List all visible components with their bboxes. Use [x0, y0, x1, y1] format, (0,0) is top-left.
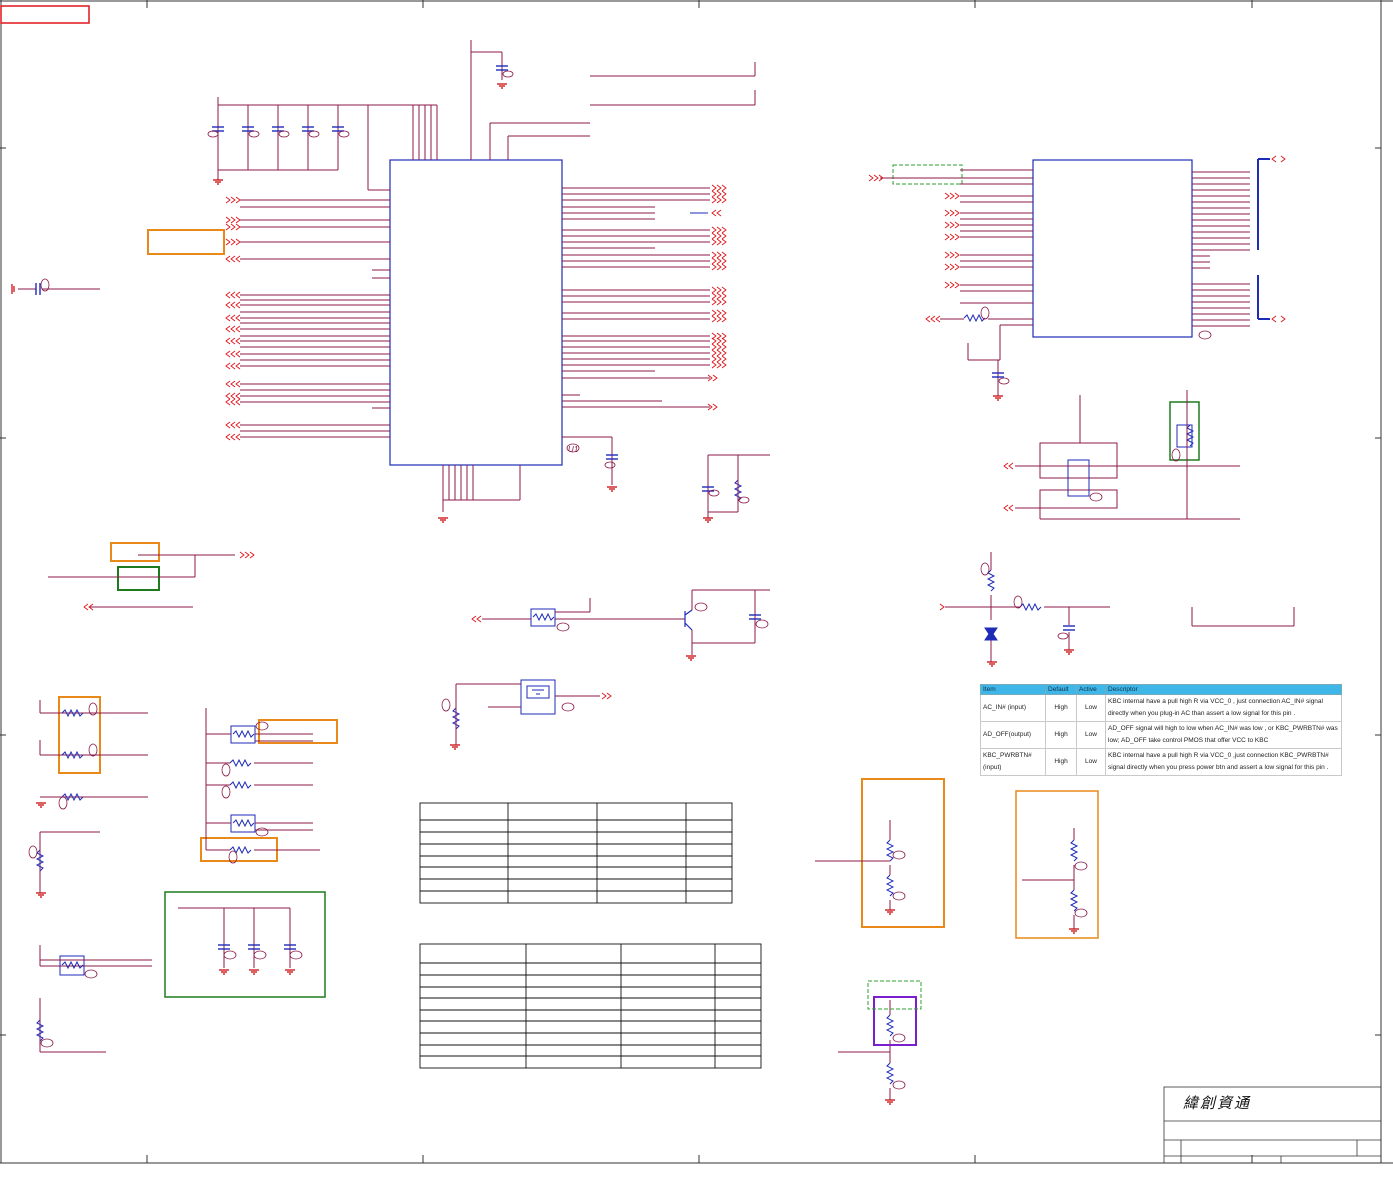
kbc-row-descriptor: KBC internal have a pull high R via VCC_…	[1105, 694, 1342, 722]
left-signals	[240, 199, 390, 438]
highlight-box-green-dashed	[892, 164, 963, 185]
kbc-table-header-active: Active	[1076, 684, 1106, 695]
kbc-row-default: High	[1045, 748, 1077, 776]
kbc-signal-table: Item Default Active Descriptor AC_IN# (i…	[980, 684, 1342, 776]
table-row: AC_IN# (input) High Low KBC internal hav…	[980, 694, 1342, 722]
right-signals	[562, 187, 710, 485]
kbc-row-active: Low	[1076, 721, 1106, 749]
highlight-box-orange-6	[861, 778, 945, 928]
left-signal-arrows	[225, 196, 241, 441]
highlight-box-orange-1	[147, 229, 225, 255]
filter-components	[59, 608, 556, 976]
kbc-row-item: AC_IN# (input)	[980, 694, 1046, 722]
transistor	[684, 609, 693, 631]
decoupling-caps	[217, 97, 438, 191]
kbc-row-active: Low	[1076, 694, 1106, 722]
highlight-box-orange-3	[58, 696, 101, 774]
kbc-row-descriptor: KBC internal have a pull high R via VCC_…	[1105, 748, 1342, 776]
kbc-table-header-row: Item Default Active Descriptor	[980, 684, 1342, 695]
table-row: KBC_PWRBTN# (input) High Low KBC interna…	[980, 748, 1342, 776]
kbc-table-header-default: Default	[1045, 684, 1077, 695]
kbc-ic-body	[389, 159, 563, 466]
company-name: 緯創資通	[1183, 1094, 1252, 1112]
schematic-sheet: U1	[0, 0, 1393, 1181]
table-row: AD_OFF(output) High Low AD_OFF signal wi…	[980, 721, 1342, 749]
supply-line	[470, 40, 756, 160]
highlight-box-green-dashed-2	[867, 980, 922, 1010]
spec-table-2	[419, 943, 762, 1069]
kbc-row-descriptor-line: AD_OFF signal will high to low when AC_I…	[1108, 725, 1338, 732]
kbc-row-item-line: KBC_PWRBTN#	[983, 752, 1032, 759]
sheet-border	[0, 0, 1393, 1164]
ic-ref-label: U1	[568, 445, 578, 454]
spec-table-1	[419, 802, 733, 904]
kbc-row-default: High	[1045, 721, 1077, 749]
schematic-canvas: U1	[0, 0, 1393, 1164]
highlight-box-orange-2	[110, 542, 160, 562]
kbc-row-descriptor-line: signal directly when you press power btn…	[1108, 764, 1329, 771]
kbc-row-descriptor-line: KBC internal have a pull high R via VCC_…	[1108, 698, 1323, 705]
bus-lines	[1257, 158, 1270, 320]
kbc-row-descriptor-line: KBC internal have a pull high R via VCC_…	[1108, 752, 1329, 759]
kbc-row-descriptor-line: low; AD_OFF take control PMOS that offer…	[1108, 737, 1269, 744]
ground-symbols	[11, 83, 1079, 1105]
switch-block-lower	[1039, 489, 1118, 509]
highlight-box-orange-4	[258, 719, 338, 744]
diode	[984, 627, 998, 641]
kbc-table-header-descriptor: Descriptor	[1105, 684, 1342, 695]
right-signal-arrows	[707, 184, 727, 411]
kbc-row-default: High	[1045, 694, 1077, 722]
page-marker-box	[0, 5, 90, 24]
kbc-row-item: AD_OFF(output)	[980, 721, 1046, 749]
kbc-row-descriptor: AD_OFF signal will high to low when AC_I…	[1105, 721, 1342, 749]
kbc-table-header-item: Item	[980, 684, 1046, 695]
highlight-box-purple	[873, 996, 917, 1046]
highlight-box-green-1	[117, 566, 160, 591]
kbc-row-active: Low	[1076, 748, 1106, 776]
ic-bottom-pins	[442, 465, 521, 512]
kbc-row-descriptor-line: directly when you plug-in AC than assert…	[1108, 710, 1296, 717]
kbc-row-item-line: (input)	[983, 764, 1002, 771]
mosfet-block	[520, 679, 556, 715]
highlight-box-green-3	[1169, 401, 1200, 461]
kbc-row-item: KBC_PWRBTN# (input)	[980, 748, 1046, 776]
secondary-ic-body	[1032, 159, 1193, 338]
